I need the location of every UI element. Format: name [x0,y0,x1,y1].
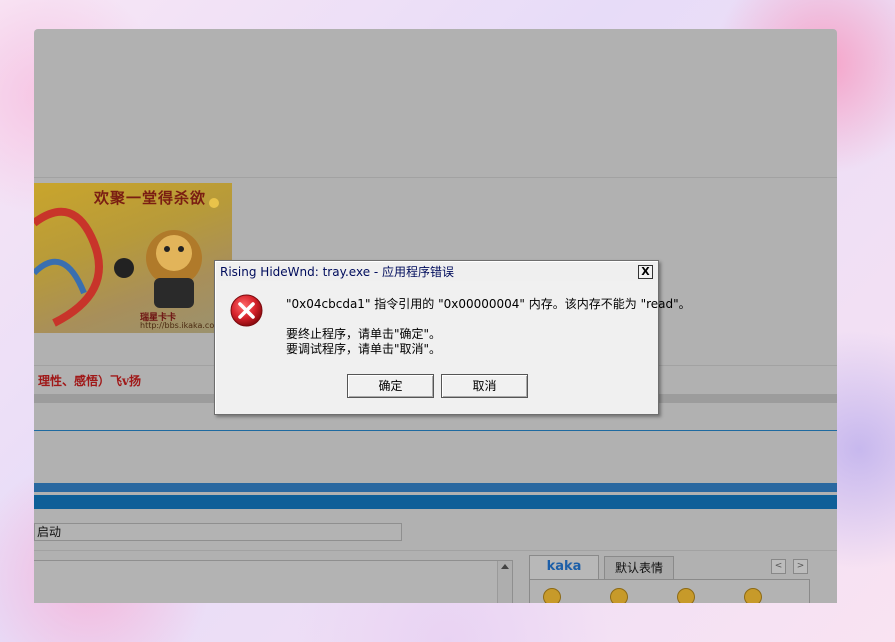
emoticon-icon[interactable] [744,588,762,603]
post-signature-text: 理性、感悟）飞v扬 [38,374,141,388]
error-message-line-1: "0x04cbcda1" 指令引用的 "0x00000004" 内存。该内存不能… [286,297,691,311]
cancel-button[interactable]: 取消 [441,374,528,398]
emoticon-icon[interactable] [677,588,695,603]
blue-header-bar-dark [34,495,837,509]
textarea-scrollbar[interactable] [497,561,512,603]
blue-divider [34,430,837,431]
tab-kaka[interactable]: kaka [529,555,599,580]
emoticon-icon[interactable] [610,588,628,603]
emoticon-grid [529,579,810,603]
subject-input[interactable]: 启动 [34,523,402,541]
ok-button[interactable]: 确定 [347,374,434,398]
banner-title: 欢聚一堂得杀欲 [94,189,207,207]
tab-next-icon[interactable]: > [793,559,808,574]
divider [34,550,837,551]
tab-prev-icon[interactable]: < [771,559,786,574]
dialog-titlebar[interactable]: Rising HideWnd: tray.exe - 应用程序错误 X [218,264,655,281]
forum-banner[interactable]: 欢聚一堂得杀欲 瑞星卡卡 http://bbs.ikaka.co [34,183,232,333]
divider [34,177,837,178]
tab-default-emoticons[interactable]: 默认表情 [604,556,674,579]
emoticon-panel: kaka 默认表情 < > [529,555,814,603]
application-error-dialog: Rising HideWnd: tray.exe - 应用程序错误 X "0x0… [214,260,691,415]
close-button[interactable]: X [638,265,653,279]
reply-textarea[interactable] [34,560,513,603]
error-message-line-3: 要调试程序，请单击"取消"。 [286,342,442,356]
scroll-up-arrow-icon[interactable] [501,564,509,569]
blue-header-bar [34,483,837,492]
dialog-title: Rising HideWnd: tray.exe - 应用程序错误 [220,265,455,279]
emoticon-icon[interactable] [543,588,561,603]
error-icon [230,294,263,327]
banner-url: http://bbs.ikaka.co [140,321,215,330]
